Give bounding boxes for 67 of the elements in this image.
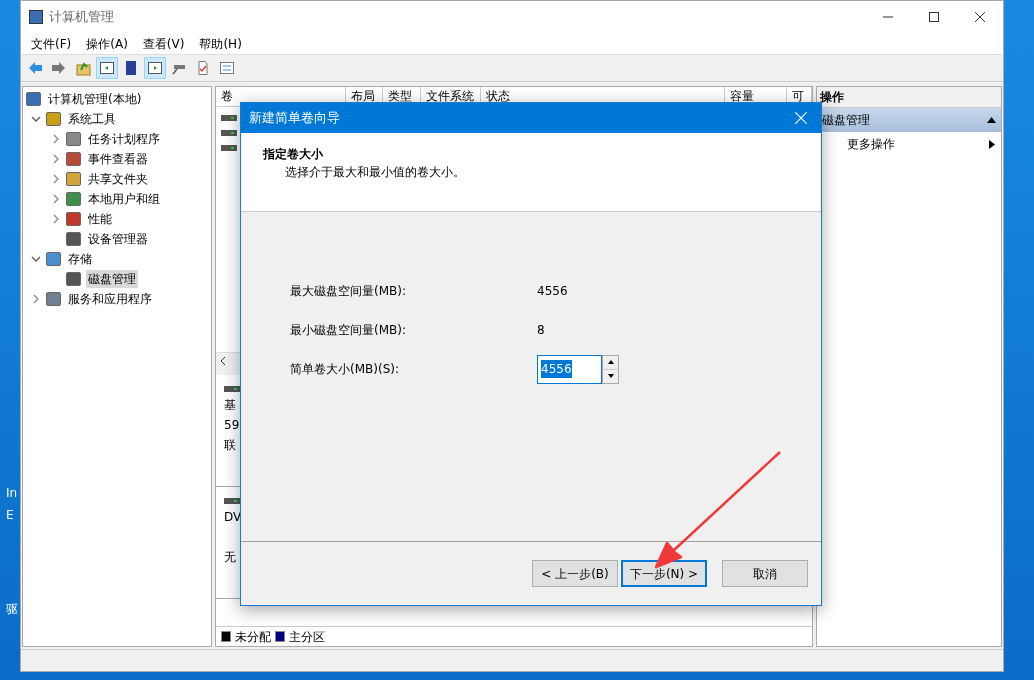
- tree-item[interactable]: 服务和应用程序: [66, 290, 154, 308]
- wizard-button[interactable]: 下一步(N) >: [621, 560, 707, 587]
- desktop-icon-label: In: [5, 485, 18, 502]
- field-label: 最大磁盘空间量(MB):: [290, 283, 407, 300]
- field-value: 4556: [537, 283, 568, 300]
- chevron-right-icon[interactable]: [51, 214, 61, 224]
- legend-label: 主分区: [289, 628, 325, 646]
- tree-item[interactable]: 系统工具: [66, 110, 118, 128]
- disk-drive-icon: [224, 385, 240, 393]
- pane-icon[interactable]: [96, 57, 118, 79]
- disk-drive-icon: [221, 114, 237, 122]
- tree-item[interactable]: 本地用户和组: [86, 190, 162, 208]
- disk-info-text: DV: [224, 509, 243, 526]
- chevron-down-icon[interactable]: [31, 254, 41, 264]
- wizard-button[interactable]: 取消: [722, 560, 808, 587]
- step-heading: 指定卷大小: [263, 146, 324, 163]
- triangle-right-icon: [989, 139, 995, 149]
- window-title: 计算机管理: [49, 8, 114, 27]
- disk-drive-icon: [221, 129, 237, 137]
- chevron-right-icon[interactable]: [31, 294, 41, 304]
- maximize-icon: [929, 12, 939, 22]
- field-value: 8: [537, 322, 545, 339]
- size-input[interactable]: 4556: [537, 354, 602, 384]
- actions-header: 操作: [817, 87, 1001, 108]
- field-label: 最小磁盘空间量(MB):: [290, 322, 407, 339]
- tree-item[interactable]: 存储: [66, 250, 94, 268]
- desktop-icon-label: E: [5, 507, 14, 524]
- disk-drive-icon: [221, 144, 237, 152]
- tree-item[interactable]: 磁盘管理: [86, 270, 138, 288]
- disk-info-text: 基: [224, 397, 237, 414]
- tree-item[interactable]: 共享文件夹: [86, 170, 150, 188]
- app-icon: [29, 10, 43, 24]
- chevron-down-icon[interactable]: [31, 114, 41, 124]
- dialog-title: 新建简单卷向导: [249, 109, 340, 128]
- tree-item[interactable]: 性能: [86, 210, 114, 228]
- step-description: 选择介于最大和最小值的卷大小。: [284, 164, 466, 181]
- minimize-icon: [883, 16, 893, 18]
- disk-drive-icon: [224, 497, 240, 505]
- close-icon: [975, 12, 985, 22]
- selected-value: 4556: [541, 360, 572, 378]
- field-label: 简单卷大小(MB)(S):: [290, 361, 400, 378]
- legend-label: 未分配: [235, 628, 271, 646]
- chevron-right-icon[interactable]: [51, 134, 61, 144]
- action-link[interactable]: 更多操作: [847, 135, 895, 153]
- chevron-right-icon[interactable]: [51, 174, 61, 184]
- disk-info-text: 联: [224, 437, 237, 454]
- wizard-button[interactable]: < 上一步(B): [532, 560, 618, 587]
- down-triangle-icon: [607, 374, 614, 378]
- menu-item[interactable]: 文件(F): [25, 34, 78, 53]
- scroll-left-icon[interactable]: [220, 357, 226, 365]
- section-title: 磁盘管理: [822, 112, 870, 129]
- triangle-up-icon[interactable]: [987, 117, 996, 123]
- pane-icon[interactable]: [144, 57, 166, 79]
- menu-item[interactable]: 帮助(H): [193, 34, 248, 53]
- menu-item[interactable]: 查看(V): [136, 34, 191, 53]
- desktop-icon-label: 驱: [5, 601, 18, 618]
- up-triangle-icon: [607, 360, 614, 364]
- close-icon: [795, 112, 807, 124]
- chevron-right-icon[interactable]: [51, 194, 61, 204]
- disk-info-text: 59: [224, 417, 241, 434]
- tree-item[interactable]: 事件查看器: [86, 150, 150, 168]
- tree-item[interactable]: 任务计划程序: [86, 130, 162, 148]
- tree-item[interactable]: 计算机管理(本地): [46, 90, 144, 108]
- tree-item[interactable]: 设备管理器: [86, 230, 150, 248]
- chevron-right-icon[interactable]: [51, 154, 61, 164]
- menu-item[interactable]: 操作(A): [80, 34, 134, 53]
- disk-info-text: 无: [224, 549, 237, 566]
